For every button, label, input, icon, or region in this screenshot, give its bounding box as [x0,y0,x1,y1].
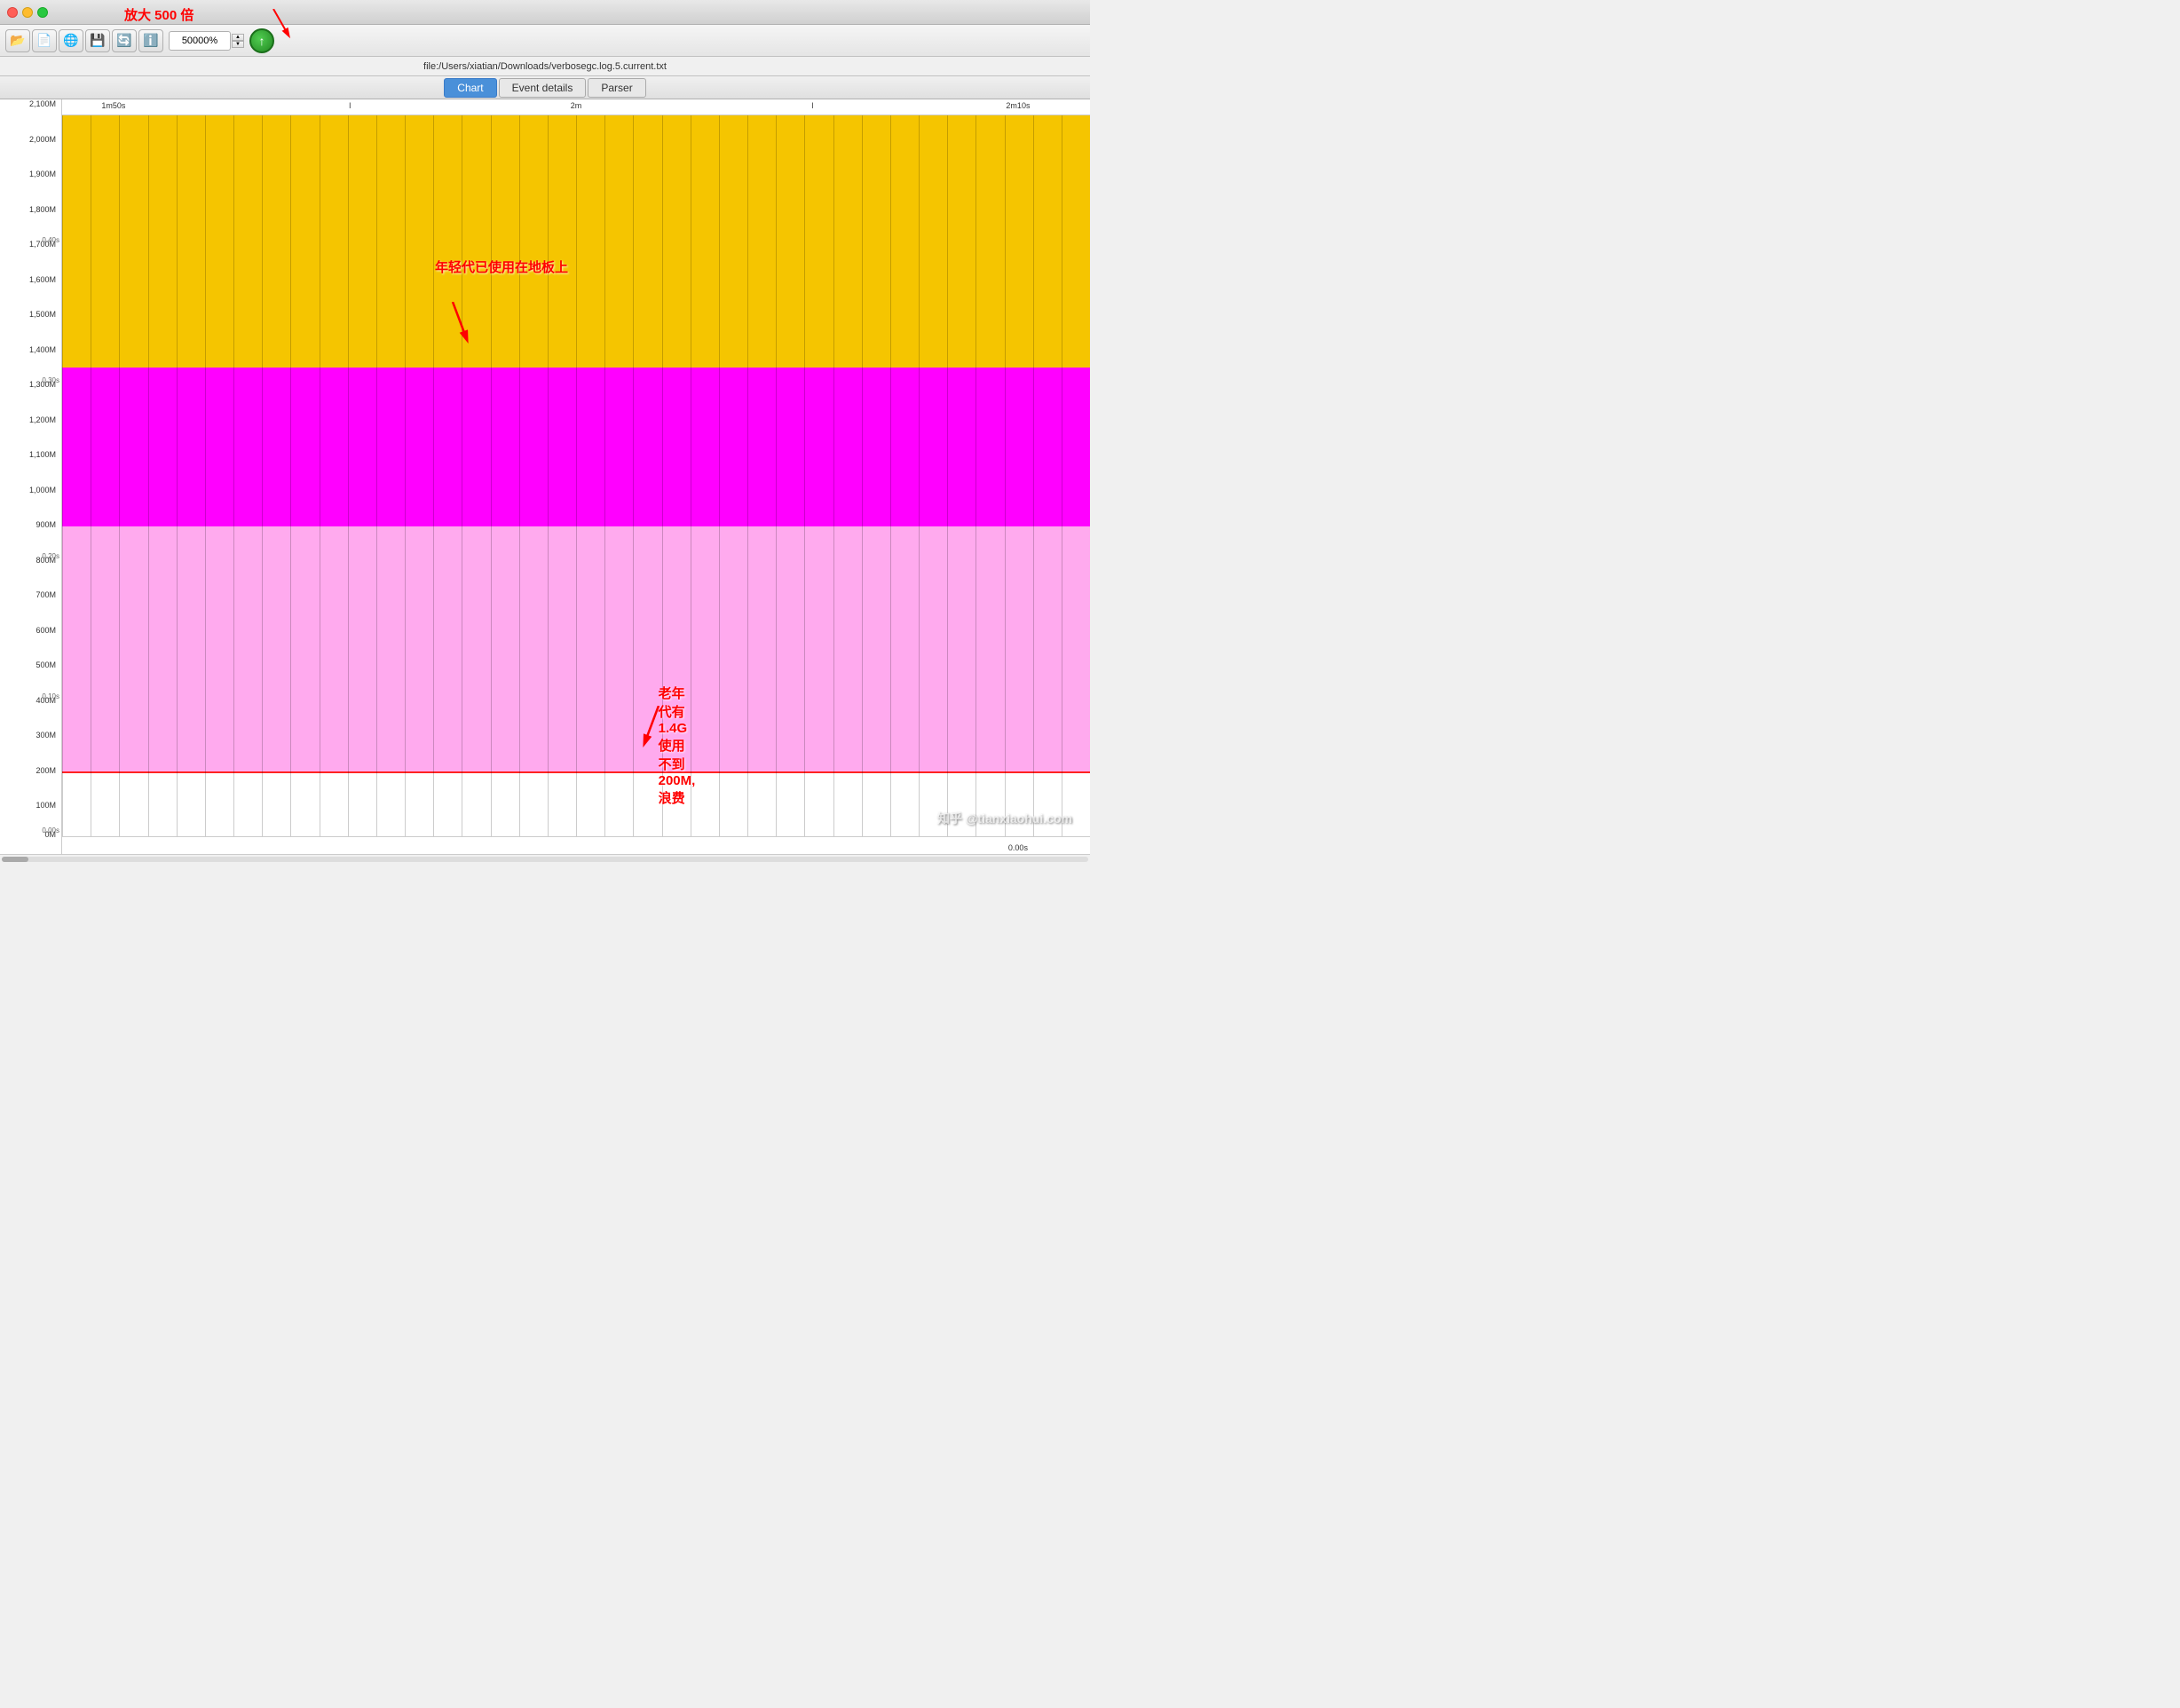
y-label-1500m: 1,500M [29,310,56,319]
time-label-1m50s: 1m50s [101,101,125,110]
grid-line [205,115,206,836]
grid-line [833,115,834,836]
grid-line [519,115,520,836]
grid-line [662,115,663,836]
grid-line [804,115,805,836]
x-label-0s: 0.00s [1008,843,1028,852]
time-label-mid2: l [811,101,813,110]
grid-line [290,115,291,836]
file-path: file:/Users/xiatian/Downloads/verbosegc.… [423,61,667,72]
y-label-100m: 100M [36,801,56,810]
y-time-010s: 0.10s [42,692,59,700]
zoom-down-arrow[interactable]: ▼ [232,41,244,48]
y-time-020s: 0.20s [42,552,59,560]
grid-line [719,115,720,836]
y-label-700m: 700M [36,590,56,599]
y-label-1400m: 1,400M [29,345,56,354]
open-folder-button[interactable]: 📂 [5,29,30,52]
scrollbar-thumb[interactable] [2,857,28,862]
grid-line [1005,115,1006,836]
grid-line [862,115,863,836]
maximize-button[interactable] [37,7,48,18]
grid-line [348,115,349,836]
y-time-000s: 0.00s [42,826,59,834]
time-label-2m: 2m [571,101,582,110]
zoom-input[interactable]: 50000% [169,31,231,51]
scrollbar-track[interactable] [2,857,1088,862]
grid-line [975,115,976,836]
grid-line [119,115,120,836]
zoom-up-arrow[interactable]: ▲ [232,34,244,41]
chart-background [62,115,1090,836]
tab-event-details[interactable]: Event details [499,78,587,98]
grid-line [433,115,434,836]
y-axis: 2,100M 2,000M 1,900M 1,800M 1,700M 1,600… [0,99,62,854]
globe-button[interactable]: 🌐 [59,29,83,52]
zoom-arrows[interactable]: ▲ ▼ [232,34,244,48]
watermark: 知乎 @tianxiaohui.com [937,810,1072,827]
time-label-mid1: l [349,101,351,110]
grid-line [776,115,777,836]
grid-line [233,115,234,836]
y-label-500m: 500M [36,660,56,669]
y-label-600m: 600M [36,626,56,635]
y-label-900m: 900M [36,520,56,529]
time-ruler: 1m50s l 2m l 2m10s [62,99,1090,115]
grid-line [405,115,406,836]
grid-line [148,115,149,836]
refresh-button[interactable]: 🔄 [112,29,137,52]
new-file-button[interactable]: 📄 [32,29,57,52]
y-label-1800m: 1,800M [29,205,56,214]
grid-line [1033,115,1034,836]
grid-line [262,115,263,836]
tab-parser[interactable]: Parser [588,78,645,98]
y-label-200m: 200M [36,766,56,775]
grid-line [177,115,178,836]
grid-line [947,115,948,836]
y-label-1200m: 1,200M [29,415,56,424]
minimize-button[interactable] [22,7,33,18]
zoom-control[interactable]: 50000% ▲ ▼ [169,31,244,51]
traffic-lights [7,7,48,18]
grid-line [576,115,577,836]
chart-area: 2,100M 2,000M 1,900M 1,800M 1,700M 1,600… [0,99,1090,854]
y-time-040s: 0.40s [42,236,59,244]
grid-line [747,115,748,836]
y-label-1600m: 1,600M [29,275,56,284]
grid-line [919,115,920,836]
grid-line [376,115,377,836]
y-label-300m: 300M [36,731,56,739]
tab-chart[interactable]: Chart [444,78,496,98]
upload-button[interactable]: ↑ [249,28,274,53]
tab-bar: Chart Event details Parser [0,76,1090,99]
grid-line [548,115,549,836]
y-label-1100m: 1,100M [29,450,56,459]
y-label-1000m: 1,000M [29,486,56,494]
grid-line [633,115,634,836]
y-label-2000m: 2,000M [29,135,56,144]
x-axis: 0.00s [62,836,1090,854]
y-label-2100m: 2,100M [29,99,56,108]
grid-line [62,115,63,836]
file-path-bar: file:/Users/xiatian/Downloads/verbosegc.… [0,57,1090,76]
grid-line [890,115,891,836]
toolbar: 📂 📄 🌐 💾 🔄 ℹ️ 50000% ▲ ▼ ↑ 放大 500 倍 [0,25,1090,57]
y-label-1900m: 1,900M [29,170,56,178]
title-bar [0,0,1090,25]
scrollbar[interactable] [0,854,1090,863]
grid-line [604,115,605,836]
y-time-030s: 0.30s [42,376,59,384]
save-button[interactable]: 💾 [85,29,110,52]
time-label-2m10s: 2m10s [1006,101,1030,110]
chart-canvas: 1m50s l 2m l 2m10s [62,99,1090,854]
info-button[interactable]: ℹ️ [138,29,163,52]
grid-line [491,115,492,836]
close-button[interactable] [7,7,18,18]
